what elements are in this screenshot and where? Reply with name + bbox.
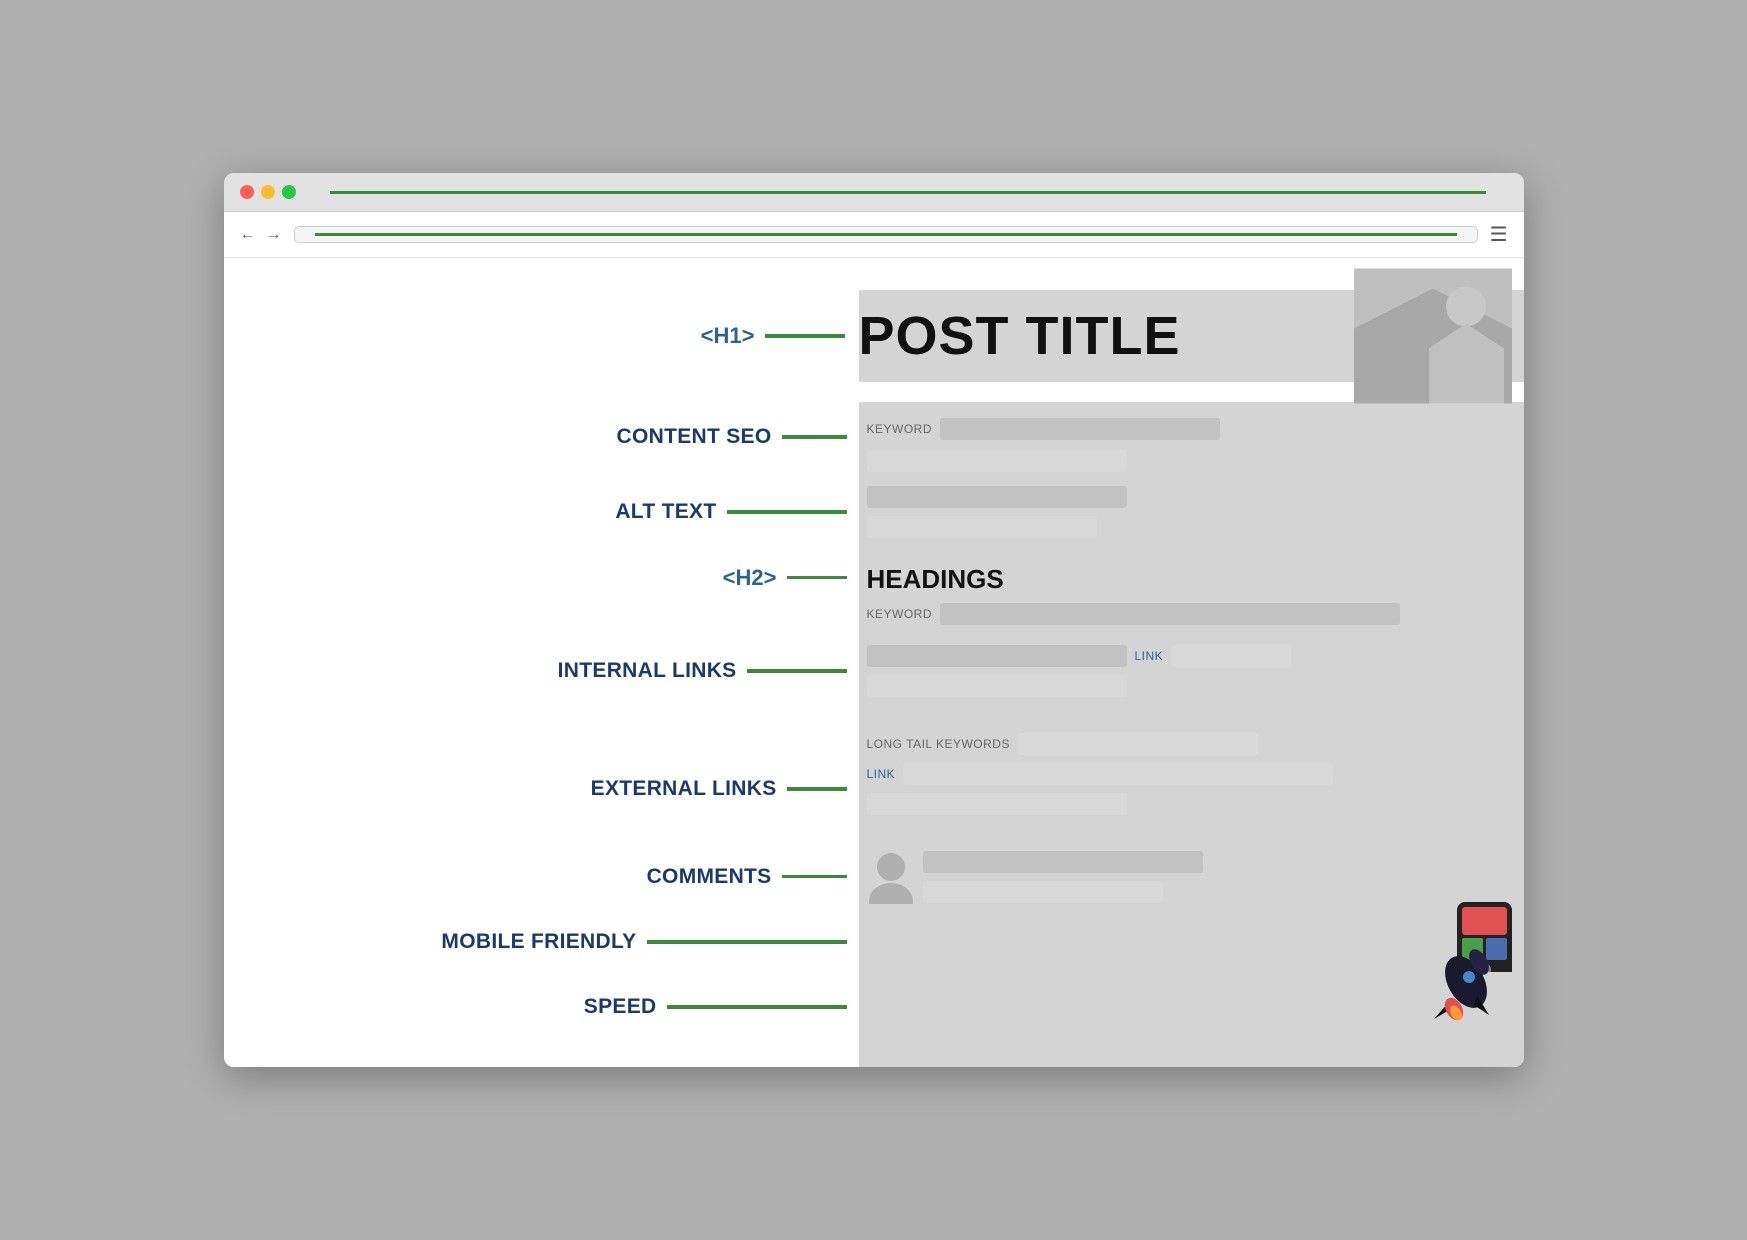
speed-row: SPEED [224,972,1524,1042]
external-links-content: LINK [859,755,1524,823]
comments-label-area: COMMENTS [224,865,859,889]
external-links-bar-2 [867,793,1127,815]
comments-content [859,841,1524,912]
content-bar-2 [867,450,1127,472]
content-seo-label-area: CONTENT SEO [224,425,859,449]
internal-links-row: INTERNAL LINKS LINK [224,635,1524,707]
keyword-label-2: KEYWORD [867,607,933,621]
image-placeholder [1354,269,1512,404]
content-seo-line [782,435,847,439]
mobile-friendly-label-area: MOBILE FRIENDLY [224,930,859,954]
speed-content [859,972,1524,1042]
mobile-friendly-content [859,912,1524,972]
external-links-bar [903,763,1333,785]
internal-links-label: INTERNAL LINKS [558,659,737,683]
internal-links-bar-2 [1171,645,1291,667]
h2-label: <H2> [723,565,777,591]
person-mountain-icon [1354,269,1512,404]
maximize-button[interactable] [282,185,296,199]
back-arrow[interactable]: ← [240,226,256,244]
title-bar [224,173,1524,212]
spacer-1 [224,707,1524,725]
internal-links-line [747,669,847,673]
nav-arrows: ← → [240,226,282,244]
long-tail-label: LONG TAIL KEYWORDS [867,737,1010,751]
nav-bar: ← → ☰ [224,212,1524,258]
h1-row: <H1> POST TITLE [224,258,1524,402]
headings-text: HEADINGS [859,564,1004,595]
post-title: POST TITLE [859,305,1201,367]
alt-text-row: ALT TEXT [224,472,1524,552]
url-bar[interactable] [294,226,1478,243]
internal-links-bar-3 [867,675,1127,697]
h2-row: <H2> HEADINGS [224,552,1524,603]
content-bar-1 [940,418,1220,440]
page-body-full: <H1> POST TITLE [224,258,1524,1067]
link-label-1: LINK [1135,649,1164,663]
long-tail-row: LONG TAIL KEYWORDS [224,725,1524,755]
traffic-lights [240,185,296,199]
spacer-2 [224,823,1524,841]
alt-text-label: ALT TEXT [615,500,716,524]
url-line [315,233,1457,236]
mobile-friendly-line [647,940,847,944]
forward-arrow[interactable]: → [266,226,282,244]
content-seo-label: CONTENT SEO [617,425,772,449]
browser-window: ← → ☰ <H1> POST TITLE [224,173,1524,1067]
h1-label-area: <H1> [224,323,859,349]
alt-text-bar [867,486,1127,508]
long-tail-bar [1018,733,1258,755]
keyword-label-1: KEYWORD [867,422,933,436]
avatar-icon [867,849,915,904]
alt-text-line [727,510,847,514]
external-links-label: EXTERNAL LINKS [591,777,777,801]
menu-icon[interactable]: ☰ [1490,222,1508,247]
title-line [330,191,1486,194]
alt-text-content [859,472,1524,552]
internal-links-content: LINK [859,635,1524,707]
comments-row: COMMENTS [224,841,1524,912]
external-links-row: EXTERNAL LINKS LINK [224,755,1524,823]
comments-bar-1 [923,851,1203,873]
external-links-line [787,787,847,791]
internal-links-label-area: INTERNAL LINKS [224,659,859,683]
speed-line [667,1005,847,1009]
close-button[interactable] [240,185,254,199]
link-label-2: LINK [867,767,896,781]
comments-bar-2 [923,881,1163,903]
alt-text-label-area: ALT TEXT [224,500,859,524]
minimize-button[interactable] [261,185,275,199]
h2-label-area: <H2> [224,565,859,591]
bottom-spacer [224,1042,1524,1067]
internal-links-bar [867,645,1127,667]
speed-label-area: SPEED [224,995,859,1019]
h2-content: HEADINGS [859,552,1524,603]
h1-label: <H1> [701,323,755,349]
comments-label: COMMENTS [647,865,772,889]
h1-connector [765,334,845,338]
keyword-row: KEYWORD [224,603,1524,635]
mobile-friendly-row: MOBILE FRIENDLY [224,912,1524,972]
keyword-bar [940,603,1400,625]
speed-label: SPEED [584,995,657,1019]
rocket-icon [1429,947,1504,1032]
content-seo-content: KEYWORD [859,402,1524,472]
h2-line [787,576,847,580]
content-seo-row: CONTENT SEO KEYWORD [224,402,1524,472]
comments-line [782,875,847,879]
mobile-friendly-label: MOBILE FRIENDLY [441,930,636,954]
external-links-label-area: EXTERNAL LINKS [224,777,859,801]
alt-text-bar-2 [867,516,1097,538]
